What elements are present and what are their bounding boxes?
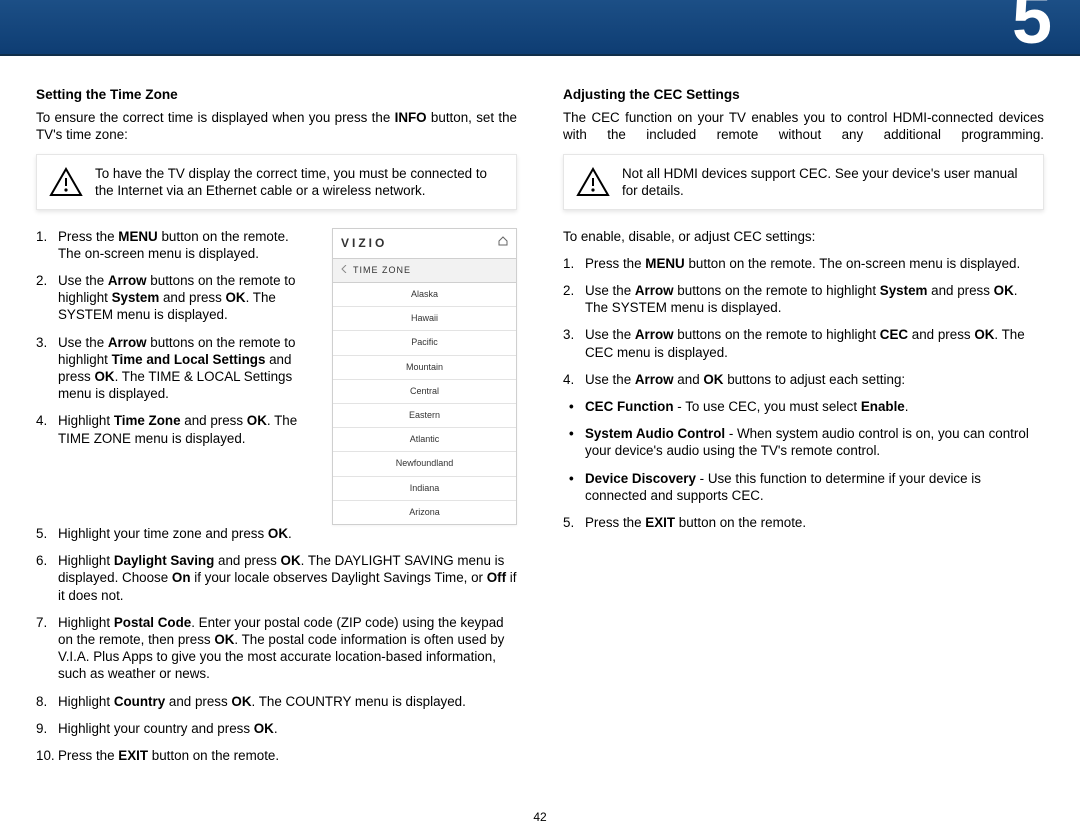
osd-option: Indiana: [333, 477, 516, 501]
bullet-item: System Audio Control - When system audio…: [563, 425, 1044, 459]
chapter-number: 5: [1012, 0, 1052, 60]
left-column: Setting the Time Zone To ensure the corr…: [36, 86, 517, 774]
step-item: Highlight your country and press OK.: [36, 720, 517, 737]
osd-option: Hawaii: [333, 307, 516, 331]
osd-option: Pacific: [333, 331, 516, 355]
osd-menu-title: TIME ZONE: [353, 262, 411, 279]
step-item: Highlight Time Zone and press OK. The TI…: [36, 412, 314, 446]
intro-paragraph: To ensure the correct time is displayed …: [36, 109, 517, 143]
osd-option-list: AlaskaHawaiiPacificMountainCentralEaster…: [333, 283, 516, 524]
bullet-item: Device Discovery - Use this function to …: [563, 470, 1044, 504]
osd-option: Central: [333, 380, 516, 404]
right-column: Adjusting the CEC Settings The CEC funct…: [563, 86, 1044, 774]
osd-option: Newfoundland: [333, 452, 516, 476]
step-item: Highlight Country and press OK. The COUN…: [36, 693, 517, 710]
step-item: Use the Arrow and OK buttons to adjust e…: [563, 371, 1044, 388]
tv-menu-screenshot: VIZIO TIME ZONE AlaskaHawaiiPacificMount…: [332, 228, 517, 525]
step-item: Use the Arrow buttons on the remote to h…: [563, 282, 1044, 316]
osd-header: VIZIO: [333, 229, 516, 259]
brand-logo: VIZIO: [341, 235, 387, 252]
steps-with-screenshot: Press the MENU button on the remote. The…: [36, 228, 517, 525]
warning-icon: [576, 167, 610, 197]
page-content: Setting the Time Zone To ensure the corr…: [0, 56, 1080, 774]
ordered-steps: Press the MENU button on the remote. The…: [563, 255, 1044, 388]
step-item: Use the Arrow buttons on the remote to h…: [36, 334, 314, 403]
osd-option: Alaska: [333, 283, 516, 307]
back-icon: [341, 262, 347, 279]
step-item: Press the EXIT button on the remote.: [563, 514, 1044, 531]
ordered-steps-cont: Highlight your time zone and press OK. Hi…: [36, 525, 517, 764]
osd-option: Mountain: [333, 356, 516, 380]
step-item: Highlight your time zone and press OK.: [36, 525, 517, 542]
intro-paragraph: The CEC function on your TV enables you …: [563, 109, 1044, 143]
section-title: Adjusting the CEC Settings: [563, 86, 1044, 103]
step-item: Press the MENU button on the remote. The…: [36, 228, 314, 262]
osd-option: Eastern: [333, 404, 516, 428]
page-number: 42: [0, 810, 1080, 824]
step-item: Press the EXIT button on the remote.: [36, 747, 517, 764]
bullet-list: CEC Function - To use CEC, you must sele…: [563, 398, 1044, 504]
lead-paragraph: To enable, disable, or adjust CEC settin…: [563, 228, 1044, 245]
warning-icon: [49, 167, 83, 197]
step-item: Use the Arrow buttons on the remote to h…: [563, 326, 1044, 360]
section-title: Setting the Time Zone: [36, 86, 517, 103]
info-callout: To have the TV display the correct time,…: [36, 154, 517, 210]
ordered-steps-final: Press the EXIT button on the remote.: [563, 514, 1044, 531]
step-item: Highlight Postal Code. Enter your postal…: [36, 614, 517, 683]
step-item: Use the Arrow buttons on the remote to h…: [36, 272, 314, 324]
callout-text: Not all HDMI devices support CEC. See yo…: [622, 165, 1025, 199]
osd-option: Atlantic: [333, 428, 516, 452]
step-item: Press the MENU button on the remote. The…: [563, 255, 1044, 272]
osd-option: Arizona: [333, 501, 516, 524]
home-icon: [498, 235, 508, 252]
callout-text: To have the TV display the correct time,…: [95, 165, 498, 199]
info-callout: Not all HDMI devices support CEC. See yo…: [563, 154, 1044, 210]
step-item: Highlight Daylight Saving and press OK. …: [36, 552, 517, 604]
ordered-steps: Press the MENU button on the remote. The…: [36, 228, 314, 457]
chapter-header: 5: [0, 0, 1080, 54]
osd-breadcrumb: TIME ZONE: [333, 259, 516, 283]
bullet-item: CEC Function - To use CEC, you must sele…: [563, 398, 1044, 415]
